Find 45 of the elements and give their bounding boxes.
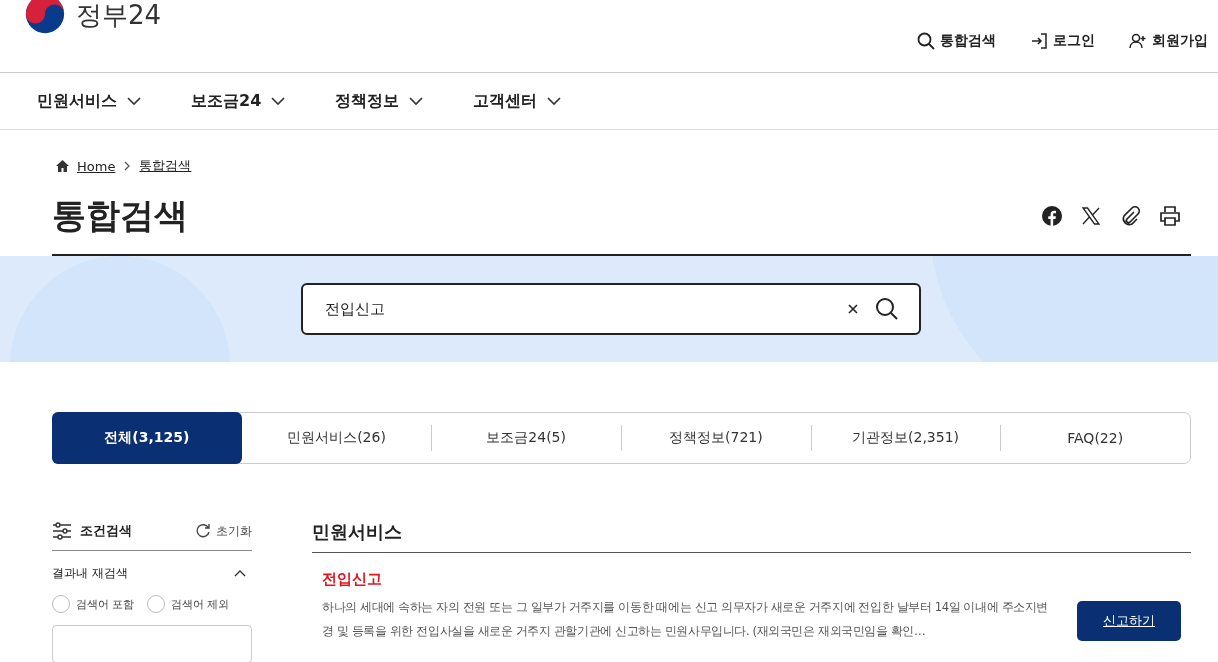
- nav-menu-item[interactable]: 정책정보: [335, 90, 424, 112]
- category-tab[interactable]: FAQ(22): [1000, 413, 1191, 463]
- section-heading: 민원서비스: [312, 512, 1191, 553]
- breadcrumb-link[interactable]: Home: [77, 158, 116, 174]
- chevron-down-icon[interactable]: [271, 96, 286, 106]
- breadcrumb-link[interactable]: 통합검색: [139, 157, 192, 175]
- reset-button[interactable]: 초기화: [195, 522, 252, 540]
- radio-label: 검색어 제외: [170, 596, 229, 612]
- chevron-down-icon[interactable]: [547, 96, 562, 106]
- category-tab[interactable]: 보조금24(5): [431, 413, 621, 463]
- search-icon[interactable]: [875, 297, 899, 321]
- logo-text: 정부24: [76, 0, 162, 32]
- facebook-icon[interactable]: [1041, 205, 1063, 227]
- search-icon[interactable]: [917, 32, 935, 50]
- category-tab[interactable]: 민원서비스(26): [241, 413, 432, 463]
- login-icon[interactable]: [1030, 32, 1048, 50]
- clear-icon[interactable]: [847, 303, 859, 315]
- x-logo-icon[interactable]: [1081, 206, 1101, 226]
- chevron-icon: [123, 161, 132, 171]
- radio-label: 검색어 포함: [76, 596, 135, 612]
- chevron-down-icon[interactable]: [127, 96, 141, 106]
- chevron-down-icon[interactable]: [409, 96, 424, 106]
- section-title: 결과내 재검색: [52, 564, 128, 582]
- filter-icon: [52, 522, 72, 540]
- nav-menu-item[interactable]: 고객센터: [473, 90, 562, 112]
- page-title: 통합검색: [52, 194, 188, 237]
- result-title-link[interactable]: 전입신고: [322, 570, 382, 588]
- chevron-icon[interactable]: [234, 569, 246, 577]
- print-icon[interactable]: [1159, 205, 1181, 227]
- apply-button[interactable]: 신고하기: [1077, 601, 1181, 641]
- category-tab[interactable]: 기관정보(2,351): [810, 413, 1001, 463]
- filter-title: 조건검색: [80, 522, 132, 540]
- utility-link[interactable]: 통합검색: [917, 32, 996, 50]
- result-description: 하나의 세대에 속하는 자의 전원 또는 그 일부가 거주지를 이동한 때에는 신고 의무자가 새로운 거주지에 전입한 날부터 14일 이내에 주소지변경 및 등록을 위한 전입사실을 새로운 거주지 관할기관에 신고하는 민원사무입니다. (재외국민은 재외국민임을 확인…: [322, 599, 1049, 640]
- utility-link[interactable]: 회원가입: [1129, 32, 1208, 50]
- utility-link[interactable]: 로그인: [1030, 32, 1095, 50]
- category-tab[interactable]: 전체(3,125): [52, 412, 242, 464]
- nav-menu-item[interactable]: 민원서비스: [37, 90, 141, 112]
- refresh-icon[interactable]: [195, 523, 211, 539]
- category-tab[interactable]: 정책정보(721): [621, 413, 811, 463]
- nav-menu-item[interactable]: 보조금24: [191, 90, 286, 112]
- input-field[interactable]: [52, 625, 252, 662]
- home-icon: [56, 160, 69, 172]
- add-user-icon[interactable]: [1129, 32, 1147, 50]
- search-field[interactable]: 전입신고: [301, 283, 921, 335]
